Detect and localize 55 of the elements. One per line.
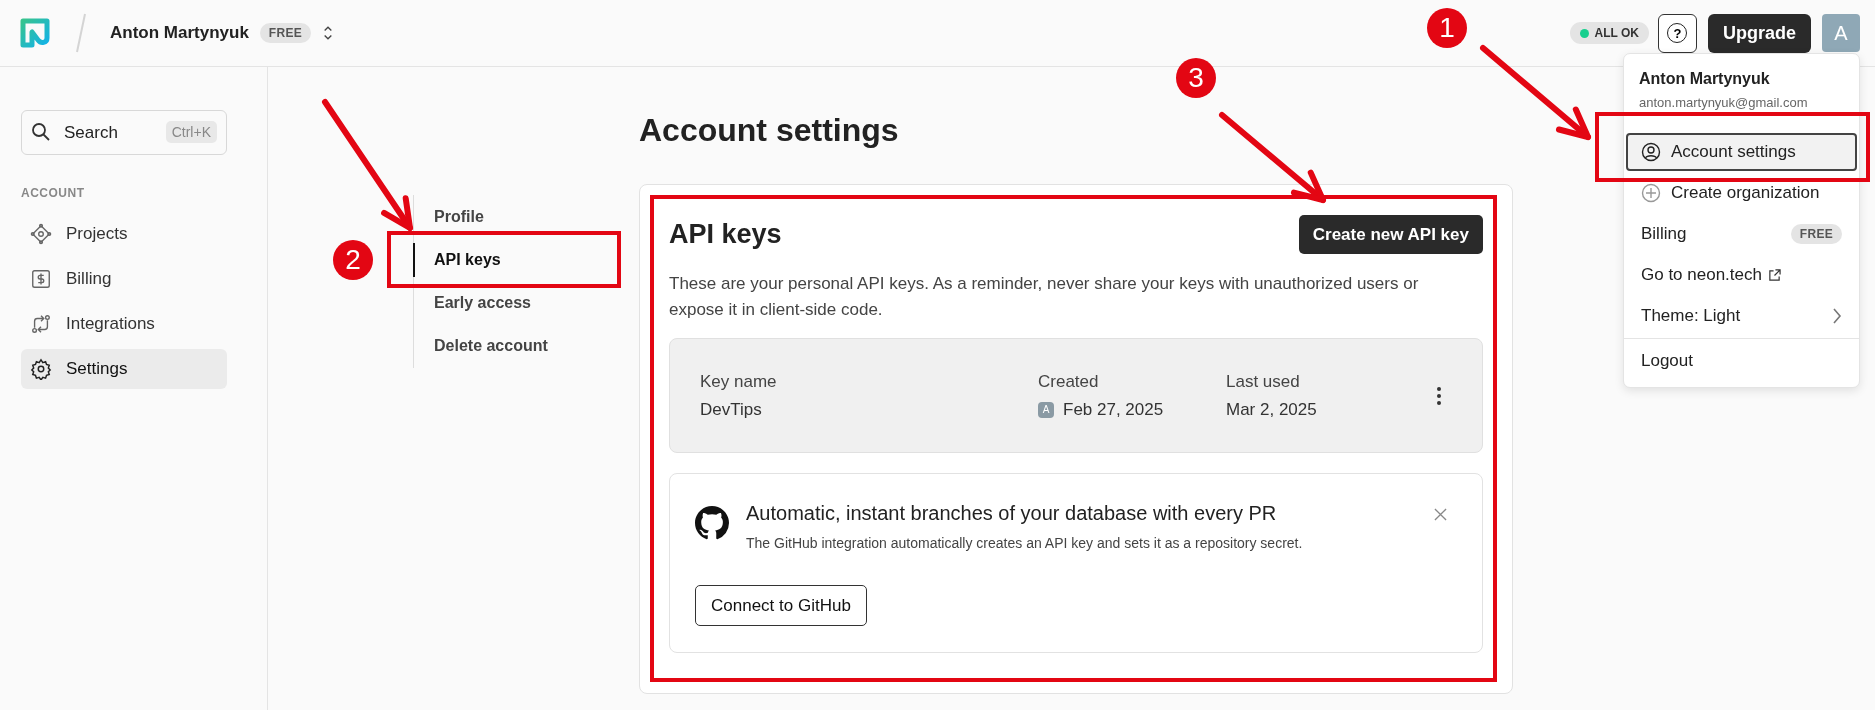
page-title: Account settings <box>639 112 900 149</box>
status-label: ALL OK <box>1594 26 1639 40</box>
sidebar-item[interactable]: Settings <box>21 349 227 389</box>
more-icon[interactable] <box>1436 385 1442 406</box>
menu-item[interactable]: Theme: Light <box>1626 297 1857 335</box>
help-button[interactable]: ? <box>1658 13 1697 53</box>
menu-item[interactable]: Go to neon.tech <box>1626 256 1857 294</box>
last-used-date: Mar 2, 2025 <box>1226 399 1318 420</box>
sidebar-item[interactable]: Projects <box>21 214 227 254</box>
user-name: Anton Martynyuk <box>1638 70 1771 88</box>
subnav-link[interactable]: Profile <box>413 199 639 234</box>
step-number: 3 <box>1176 58 1216 98</box>
menu-item[interactable]: Account settings <box>1626 133 1857 171</box>
status-badge[interactable]: ALL OK <box>1569 22 1649 44</box>
org-name[interactable]: Anton Martynyuk <box>110 23 249 43</box>
sidebar-item[interactable]: Integrations <box>21 304 227 344</box>
dollar-icon <box>30 268 52 290</box>
key-name: DevTips <box>700 399 763 420</box>
search-icon <box>31 122 51 142</box>
step-number: 1 <box>1427 8 1467 48</box>
promo-title: Automatic, instant branches of your database with every PR <box>746 502 1278 525</box>
column-label: Created <box>1038 371 1100 392</box>
plan-badge: FREE <box>259 23 312 43</box>
user-email: anton.martynyuk@gmail.com <box>1638 94 1809 112</box>
user-circle-icon <box>1641 142 1661 162</box>
chevron-updown-icon[interactable] <box>323 24 334 42</box>
plus-circle-icon <box>1641 183 1661 203</box>
creator-avatar: A <box>1038 401 1054 418</box>
menu-item[interactable]: Logout <box>1626 342 1857 380</box>
chevron-right-icon <box>1832 307 1842 325</box>
subnav-link[interactable]: Early access <box>413 286 639 321</box>
description-text: These are your personal API keys. As a reminder, never share your keys with unauthorized users or expose it in client-side code. <box>669 273 1420 321</box>
external-link-icon <box>1768 268 1781 282</box>
step-number: 2 <box>333 240 373 280</box>
section-title: API keys <box>669 219 782 250</box>
diamond-nodes-icon <box>30 223 52 245</box>
subnav-link[interactable]: Delete account <box>413 329 639 364</box>
github-icon <box>695 506 729 540</box>
gear-icon <box>30 358 52 380</box>
created-date: Feb 27, 2025 <box>1063 399 1164 420</box>
promo-text: The GitHub integration automatically creates an API key and sets it as a repository secret. <box>746 535 1304 551</box>
arrows-icon <box>30 313 52 335</box>
plan-badge: FREE <box>1790 224 1842 244</box>
menu-item[interactable]: Billing FREE <box>1626 215 1857 253</box>
column-label: Key name <box>700 371 778 392</box>
slash-divider <box>76 13 86 53</box>
section-label: ACCOUNT <box>21 186 86 200</box>
column-label: Last used <box>1226 371 1301 392</box>
upgrade-button[interactable]: Upgrade <box>1708 13 1811 53</box>
connect-github-button[interactable]: Connect to GitHub <box>695 585 867 626</box>
shortcut-hint: Ctrl+K <box>165 121 217 143</box>
menu-item[interactable]: Create organization <box>1626 174 1857 212</box>
sidebar-item[interactable]: Billing <box>21 259 227 299</box>
close-icon[interactable] <box>1434 508 1447 521</box>
create-key-button[interactable]: Create new API key <box>1298 215 1483 254</box>
